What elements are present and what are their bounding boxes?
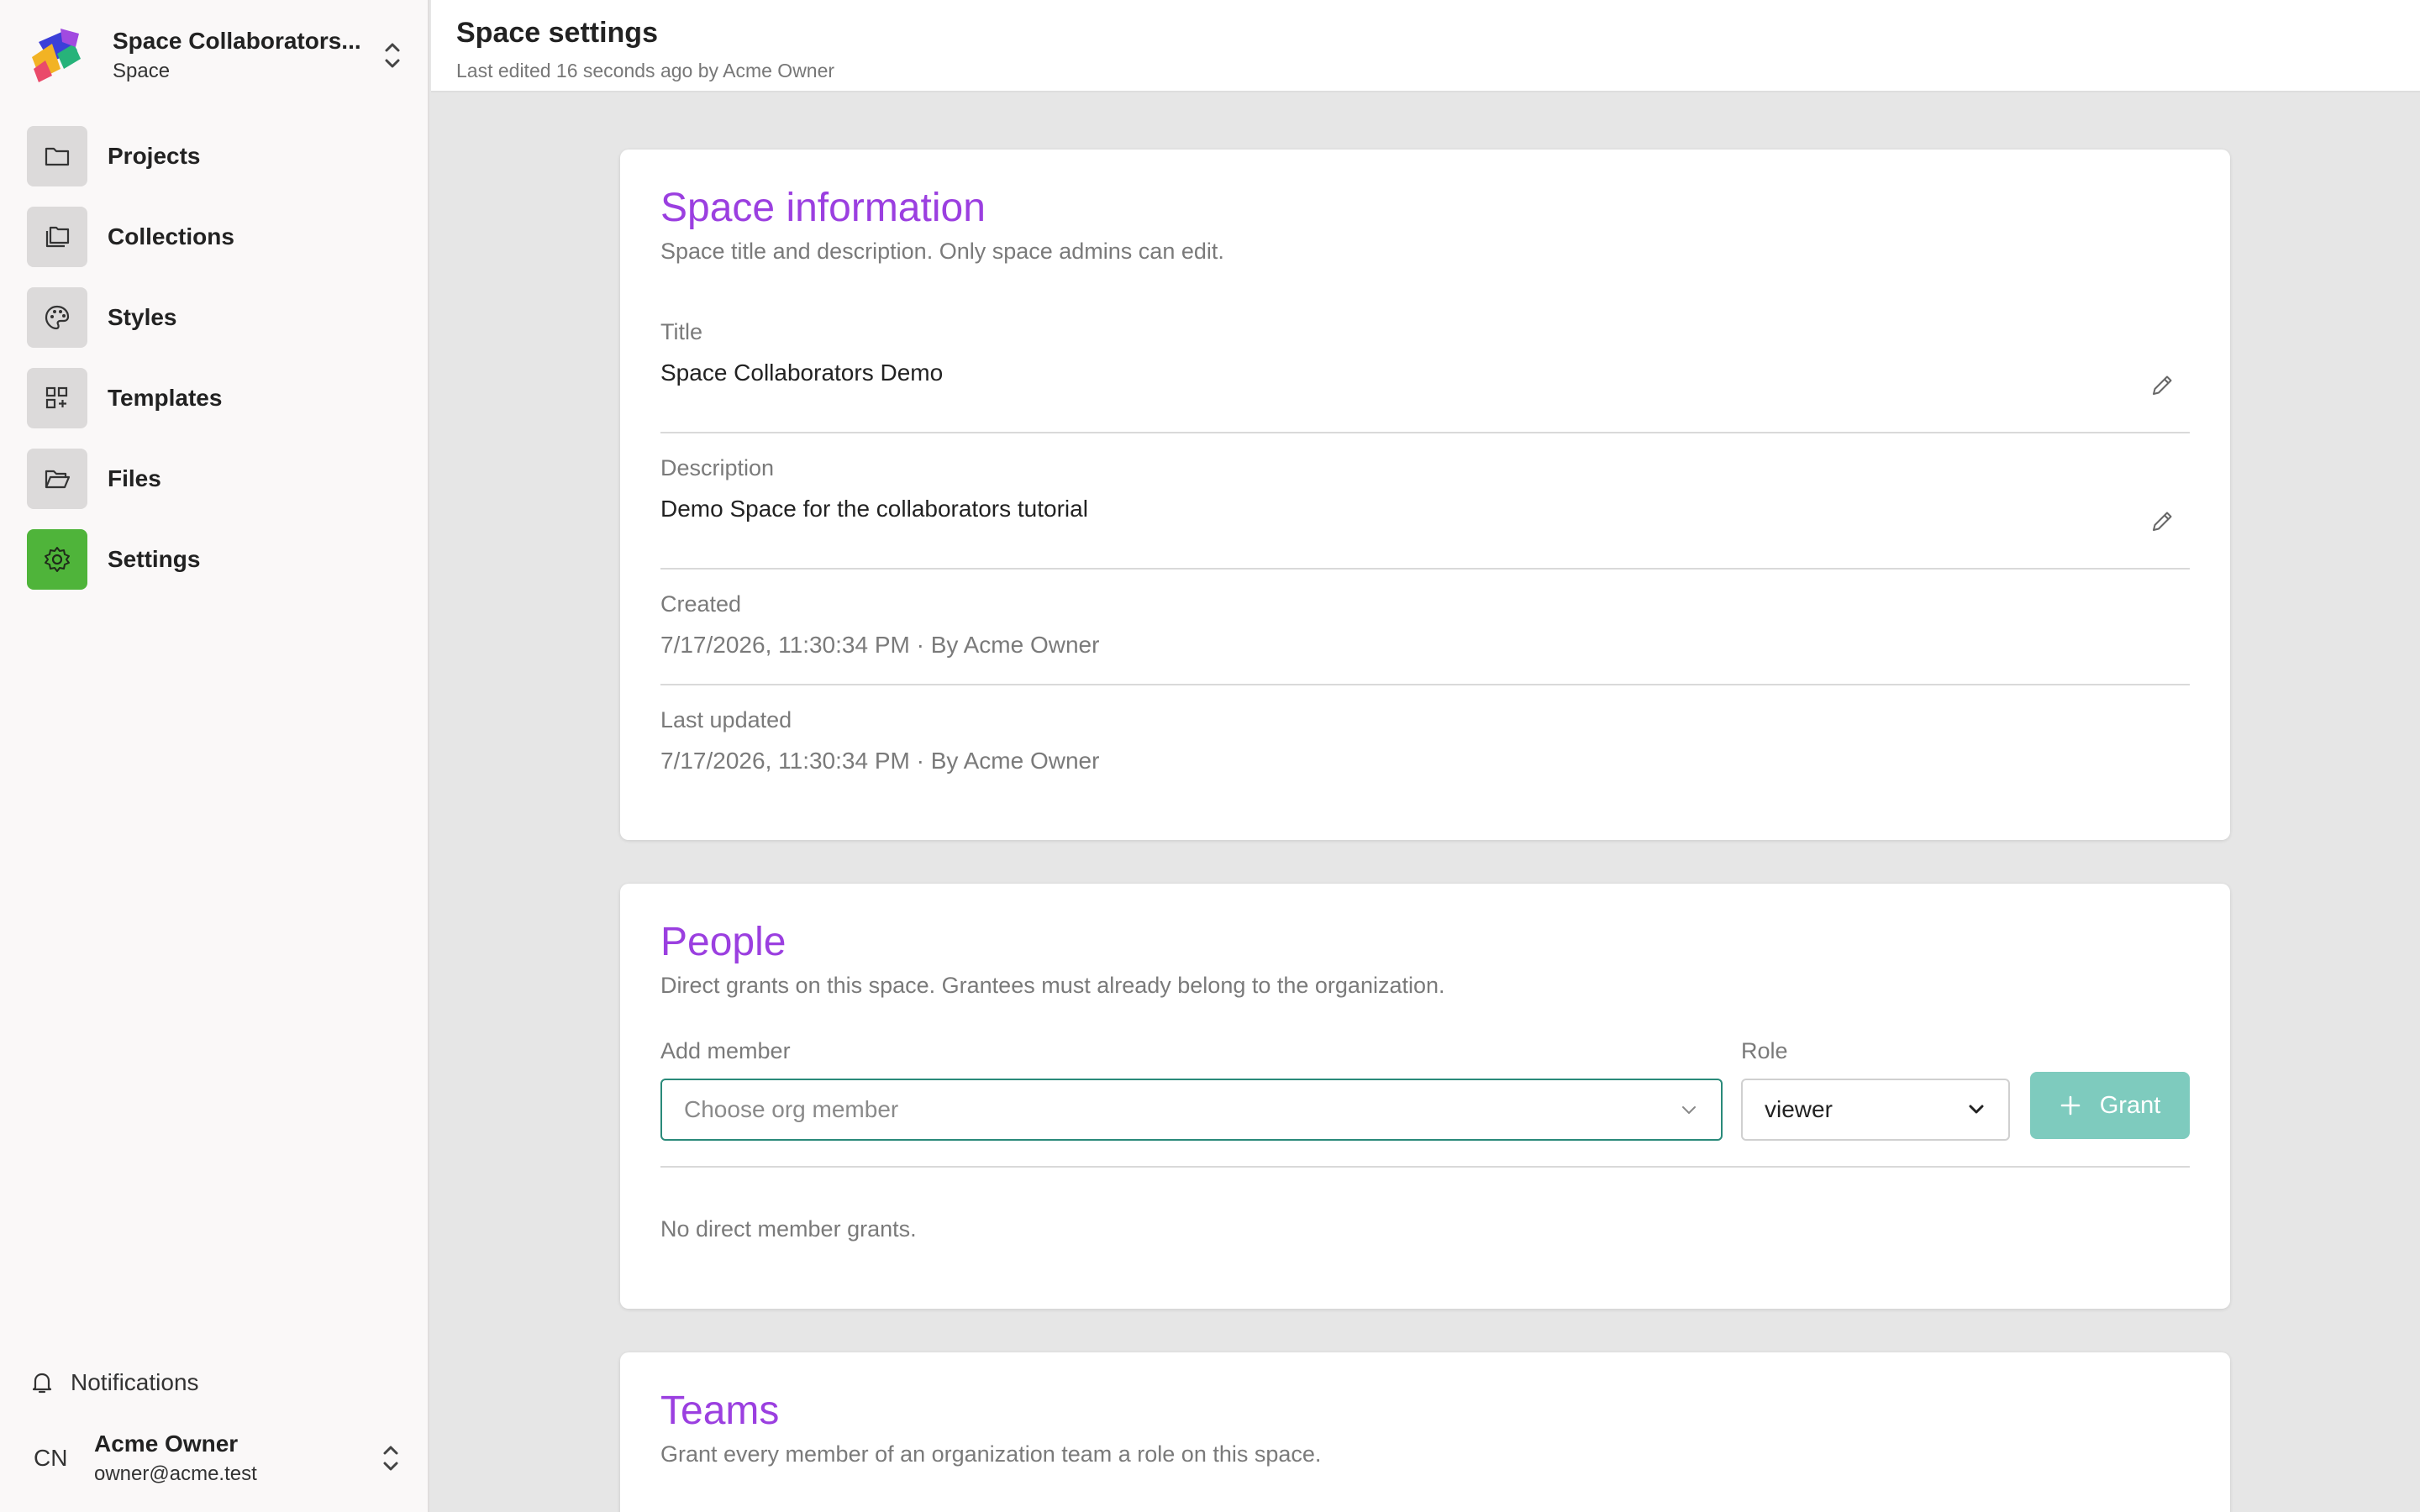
section-title: People bbox=[660, 920, 786, 964]
sidebar-item-styles[interactable]: Styles bbox=[27, 287, 405, 348]
page-header: Space settings Last edited 16 seconds ag… bbox=[431, 0, 2420, 92]
chevron-down-icon bbox=[1969, 1105, 1984, 1114]
empty-grants-text: No direct member grants. bbox=[660, 1216, 917, 1242]
page-title: Space settings bbox=[456, 17, 658, 49]
last-updated-value: 7/17/2026, 11:30:34 PM · By Acme Owner bbox=[660, 748, 1100, 774]
divider bbox=[660, 432, 2190, 433]
last-updated-label: Last updated bbox=[660, 707, 792, 732]
sidebar-item-settings[interactable]: Settings bbox=[27, 529, 405, 590]
sidebar-item-label: Files bbox=[108, 465, 161, 491]
chevron-up-down-icon bbox=[385, 43, 400, 68]
created-value: 7/17/2026, 11:30:34 PM · By Acme Owner bbox=[660, 632, 1100, 658]
created-label: Created bbox=[660, 591, 742, 617]
divider bbox=[660, 568, 2190, 570]
sidebar-item-files[interactable]: Files bbox=[27, 449, 405, 509]
role-select[interactable]: viewer bbox=[1741, 1079, 2010, 1141]
divider bbox=[660, 684, 2190, 685]
plus-icon bbox=[2060, 1095, 2081, 1116]
notifications-label: Notifications bbox=[71, 1369, 199, 1395]
space-logo-icon bbox=[32, 29, 81, 82]
sidebar-item-collections[interactable]: Collections bbox=[27, 207, 405, 267]
section-description: Grant every member of an organization te… bbox=[660, 1441, 1322, 1467]
sidebar-item-label: Projects bbox=[108, 143, 201, 169]
space-information-card: Space information Space title and descri… bbox=[620, 150, 2230, 840]
gear-icon bbox=[27, 529, 87, 590]
user-email: owner@acme.test bbox=[94, 1462, 257, 1485]
section-description: Space title and description. Only space … bbox=[660, 239, 1224, 264]
folder-icon bbox=[27, 126, 87, 186]
chevron-up-down-icon bbox=[383, 1446, 398, 1471]
bell-icon bbox=[32, 1373, 52, 1394]
collections-icon bbox=[27, 207, 87, 267]
people-card: People Direct grants on this space. Gran… bbox=[620, 884, 2230, 1309]
sidebar-item-templates[interactable]: Templates bbox=[27, 368, 405, 428]
chevron-down-icon bbox=[1682, 1106, 1696, 1114]
notifications-link[interactable]: Notifications bbox=[30, 1366, 199, 1399]
space-switcher[interactable]: Space Collaborators... Space bbox=[27, 22, 405, 89]
folder-open-icon bbox=[27, 449, 87, 509]
sidebar-item-label: Styles bbox=[108, 304, 177, 330]
title-value: Space Collaborators Demo bbox=[660, 360, 944, 386]
section-title: Teams bbox=[660, 1389, 780, 1433]
section-description: Direct grants on this space. Grantees mu… bbox=[660, 973, 1445, 998]
grant-button-label: Grant bbox=[2099, 1091, 2161, 1119]
add-member-label: Add member bbox=[660, 1038, 791, 1063]
sidebar-item-label: Settings bbox=[108, 546, 201, 572]
last-edited-text: Last edited 16 seconds ago by Acme Owner bbox=[456, 60, 835, 81]
role-select-value: viewer bbox=[1765, 1096, 1833, 1122]
member-select-placeholder: Choose org member bbox=[684, 1096, 899, 1122]
teams-card: Teams Grant every member of an organizat… bbox=[620, 1352, 2230, 1512]
section-title: Space information bbox=[660, 186, 986, 230]
grant-button[interactable]: Grant bbox=[2030, 1072, 2190, 1139]
member-select[interactable]: Choose org member bbox=[660, 1079, 1723, 1141]
user-menu[interactable]: CN Acme Owner owner@acme.test bbox=[34, 1428, 403, 1488]
role-label: Role bbox=[1741, 1038, 1788, 1063]
templates-icon bbox=[27, 368, 87, 428]
sidebar-item-projects[interactable]: Projects bbox=[27, 126, 405, 186]
edit-title-pencil-icon[interactable] bbox=[2148, 371, 2176, 400]
user-name: Acme Owner bbox=[94, 1431, 239, 1457]
avatar: CN bbox=[34, 1445, 68, 1471]
space-type: Space bbox=[113, 60, 171, 82]
sidebar-item-label: Collections bbox=[108, 223, 234, 249]
sidebar-item-label: Templates bbox=[108, 385, 223, 411]
sidebar-nav: Projects Collections Styles Templates Fi… bbox=[27, 126, 405, 610]
title-label: Title bbox=[660, 319, 703, 344]
description-label: Description bbox=[660, 455, 775, 480]
sidebar: Space Collaborators... Space Projects Co… bbox=[0, 0, 429, 1512]
divider bbox=[660, 1166, 2190, 1168]
description-value: Demo Space for the collaborators tutoria… bbox=[660, 496, 1088, 522]
palette-icon bbox=[27, 287, 87, 348]
edit-description-pencil-icon[interactable] bbox=[2148, 507, 2176, 536]
space-name: Space Collaborators... bbox=[113, 28, 361, 54]
